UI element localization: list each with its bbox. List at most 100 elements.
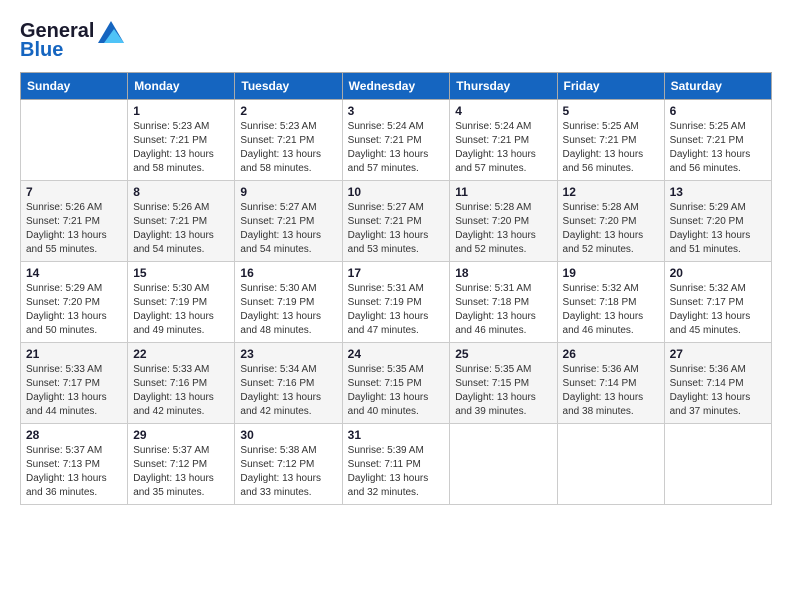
day-number: 2 [240, 104, 336, 118]
weekday-header-monday: Monday [128, 73, 235, 100]
day-info: Sunrise: 5:30 AMSunset: 7:19 PMDaylight:… [240, 282, 336, 338]
day-info: Sunrise: 5:32 AMSunset: 7:18 PMDaylight:… [563, 282, 659, 338]
weekday-header-saturday: Saturday [664, 73, 771, 100]
day-info: Sunrise: 5:36 AMSunset: 7:14 PMDaylight:… [563, 363, 659, 419]
day-cell [21, 100, 128, 181]
day-number: 20 [670, 266, 766, 280]
day-number: 13 [670, 185, 766, 199]
day-number: 17 [348, 266, 445, 280]
day-cell [450, 424, 557, 505]
day-info: Sunrise: 5:29 AMSunset: 7:20 PMDaylight:… [26, 282, 122, 338]
day-info: Sunrise: 5:27 AMSunset: 7:21 PMDaylight:… [348, 201, 445, 257]
day-cell: 26 Sunrise: 5:36 AMSunset: 7:14 PMDayligh… [557, 343, 664, 424]
day-number: 7 [26, 185, 122, 199]
day-info: Sunrise: 5:34 AMSunset: 7:16 PMDaylight:… [240, 363, 336, 419]
week-row-5: 28 Sunrise: 5:37 AMSunset: 7:13 PMDayligh… [21, 424, 772, 505]
day-info: Sunrise: 5:24 AMSunset: 7:21 PMDaylight:… [455, 120, 551, 176]
header: General Blue [20, 20, 772, 62]
day-number: 28 [26, 428, 122, 442]
day-number: 15 [133, 266, 229, 280]
day-info: Sunrise: 5:31 AMSunset: 7:18 PMDaylight:… [455, 282, 551, 338]
day-cell: 23 Sunrise: 5:34 AMSunset: 7:16 PMDayligh… [235, 343, 342, 424]
day-cell: 14 Sunrise: 5:29 AMSunset: 7:20 PMDayligh… [21, 262, 128, 343]
day-number: 4 [455, 104, 551, 118]
day-info: Sunrise: 5:37 AMSunset: 7:12 PMDaylight:… [133, 444, 229, 500]
week-row-1: 1Sunrise: 5:23 AMSunset: 7:21 PMDaylight… [21, 100, 772, 181]
weekday-header-row: SundayMondayTuesdayWednesdayThursdayFrid… [21, 73, 772, 100]
day-cell: 22 Sunrise: 5:33 AMSunset: 7:16 PMDayligh… [128, 343, 235, 424]
day-number: 9 [240, 185, 336, 199]
weekday-header-sunday: Sunday [21, 73, 128, 100]
day-number: 3 [348, 104, 445, 118]
weekday-header-friday: Friday [557, 73, 664, 100]
day-info: Sunrise: 5:27 AMSunset: 7:21 PMDaylight:… [240, 201, 336, 257]
day-cell: 11 Sunrise: 5:28 AMSunset: 7:20 PMDayligh… [450, 181, 557, 262]
day-number: 24 [348, 347, 445, 361]
week-row-3: 14 Sunrise: 5:29 AMSunset: 7:20 PMDayligh… [21, 262, 772, 343]
day-number: 12 [563, 185, 659, 199]
day-cell: 16 Sunrise: 5:30 AMSunset: 7:19 PMDayligh… [235, 262, 342, 343]
day-info: Sunrise: 5:28 AMSunset: 7:20 PMDaylight:… [455, 201, 551, 257]
weekday-header-tuesday: Tuesday [235, 73, 342, 100]
week-row-2: 7 Sunrise: 5:26 AMSunset: 7:21 PMDaylight… [21, 181, 772, 262]
day-number: 18 [455, 266, 551, 280]
day-cell [557, 424, 664, 505]
logo-blue-text: Blue [20, 39, 63, 62]
day-info: Sunrise: 5:32 AMSunset: 7:17 PMDaylight:… [670, 282, 766, 338]
day-info: Sunrise: 5:26 AMSunset: 7:21 PMDaylight:… [133, 201, 229, 257]
day-info: Sunrise: 5:35 AMSunset: 7:15 PMDaylight:… [455, 363, 551, 419]
day-cell: 6 Sunrise: 5:25 AMSunset: 7:21 PMDaylight… [664, 100, 771, 181]
logo-icon [98, 21, 124, 43]
weekday-header-wednesday: Wednesday [342, 73, 450, 100]
day-cell: 3Sunrise: 5:24 AMSunset: 7:21 PMDaylight… [342, 100, 450, 181]
day-cell: 1Sunrise: 5:23 AMSunset: 7:21 PMDaylight… [128, 100, 235, 181]
day-info: Sunrise: 5:37 AMSunset: 7:13 PMDaylight:… [26, 444, 122, 500]
day-info: Sunrise: 5:28 AMSunset: 7:20 PMDaylight:… [563, 201, 659, 257]
day-cell: 28 Sunrise: 5:37 AMSunset: 7:13 PMDayligh… [21, 424, 128, 505]
day-number: 14 [26, 266, 122, 280]
day-cell: 31Sunrise: 5:39 AMSunset: 7:11 PMDayligh… [342, 424, 450, 505]
day-info: Sunrise: 5:23 AMSunset: 7:21 PMDaylight:… [133, 120, 229, 176]
day-info: Sunrise: 5:25 AMSunset: 7:21 PMDaylight:… [670, 120, 766, 176]
day-number: 21 [26, 347, 122, 361]
day-cell: 2 Sunrise: 5:23 AMSunset: 7:21 PMDaylight… [235, 100, 342, 181]
day-cell: 15 Sunrise: 5:30 AMSunset: 7:19 PMDayligh… [128, 262, 235, 343]
day-number: 27 [670, 347, 766, 361]
day-cell: 29 Sunrise: 5:37 AMSunset: 7:12 PMDayligh… [128, 424, 235, 505]
day-cell: 9 Sunrise: 5:27 AMSunset: 7:21 PMDaylight… [235, 181, 342, 262]
day-info: Sunrise: 5:38 AMSunset: 7:12 PMDaylight:… [240, 444, 336, 500]
week-row-4: 21Sunrise: 5:33 AMSunset: 7:17 PMDayligh… [21, 343, 772, 424]
day-number: 23 [240, 347, 336, 361]
day-number: 22 [133, 347, 229, 361]
day-cell: 21Sunrise: 5:33 AMSunset: 7:17 PMDayligh… [21, 343, 128, 424]
day-cell: 20 Sunrise: 5:32 AMSunset: 7:17 PMDayligh… [664, 262, 771, 343]
day-number: 8 [133, 185, 229, 199]
day-info: Sunrise: 5:29 AMSunset: 7:20 PMDaylight:… [670, 201, 766, 257]
day-info: Sunrise: 5:23 AMSunset: 7:21 PMDaylight:… [240, 120, 336, 176]
day-info: Sunrise: 5:25 AMSunset: 7:21 PMDaylight:… [563, 120, 659, 176]
day-info: Sunrise: 5:31 AMSunset: 7:19 PMDaylight:… [348, 282, 445, 338]
day-cell: 24 Sunrise: 5:35 AMSunset: 7:15 PMDayligh… [342, 343, 450, 424]
day-info: Sunrise: 5:35 AMSunset: 7:15 PMDaylight:… [348, 363, 445, 419]
day-cell: 8 Sunrise: 5:26 AMSunset: 7:21 PMDaylight… [128, 181, 235, 262]
day-number: 26 [563, 347, 659, 361]
day-number: 16 [240, 266, 336, 280]
day-number: 19 [563, 266, 659, 280]
day-info: Sunrise: 5:33 AMSunset: 7:16 PMDaylight:… [133, 363, 229, 419]
day-number: 5 [563, 104, 659, 118]
day-info: Sunrise: 5:39 AMSunset: 7:11 PMDaylight:… [348, 444, 445, 500]
day-number: 10 [348, 185, 445, 199]
day-cell: 7Sunrise: 5:26 AMSunset: 7:21 PMDaylight… [21, 181, 128, 262]
day-number: 6 [670, 104, 766, 118]
day-cell: 13 Sunrise: 5:29 AMSunset: 7:20 PMDayligh… [664, 181, 771, 262]
calendar-table: SundayMondayTuesdayWednesdayThursdayFrid… [20, 72, 772, 505]
day-cell: 17 Sunrise: 5:31 AMSunset: 7:19 PMDayligh… [342, 262, 450, 343]
day-number: 25 [455, 347, 551, 361]
day-number: 29 [133, 428, 229, 442]
day-number: 11 [455, 185, 551, 199]
day-info: Sunrise: 5:36 AMSunset: 7:14 PMDaylight:… [670, 363, 766, 419]
weekday-header-thursday: Thursday [450, 73, 557, 100]
day-cell [664, 424, 771, 505]
day-info: Sunrise: 5:30 AMSunset: 7:19 PMDaylight:… [133, 282, 229, 338]
day-cell: 27 Sunrise: 5:36 AMSunset: 7:14 PMDayligh… [664, 343, 771, 424]
